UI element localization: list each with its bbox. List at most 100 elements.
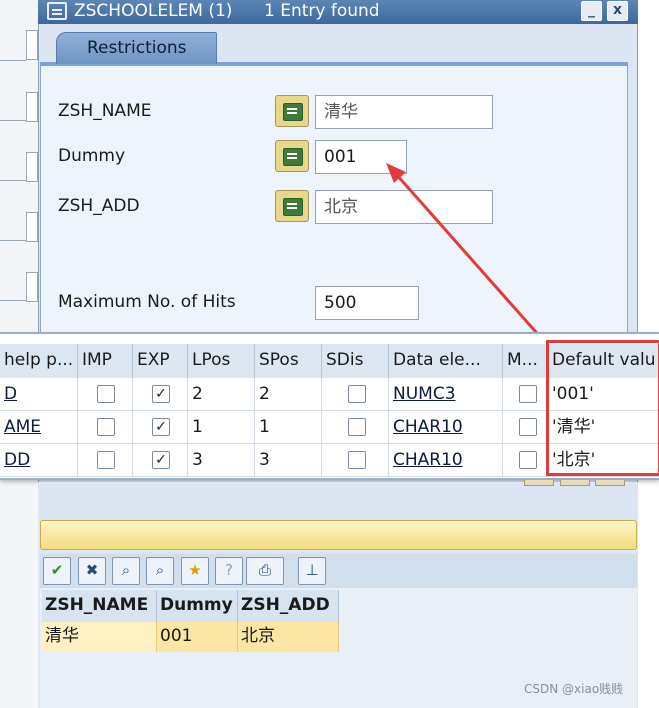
background-field [26, 152, 38, 182]
background-divider [0, 60, 26, 61]
equals-icon [284, 200, 300, 212]
lpos-cell[interactable]: 3 [188, 444, 255, 477]
imp-checkbox[interactable] [97, 418, 115, 436]
spos-cell[interactable]: 2 [255, 378, 322, 411]
new-favorite-button[interactable]: ★ [181, 557, 209, 585]
imp-checkbox[interactable] [97, 451, 115, 469]
table-cell [503, 444, 548, 477]
help-button[interactable]: ? [215, 557, 243, 585]
result-cell-dummy[interactable]: 001 [157, 622, 238, 652]
tab-restrictions[interactable]: Restrictions [56, 32, 217, 64]
pin-button[interactable]: ⊥ [298, 557, 326, 585]
table-cell: ✓ [133, 444, 188, 477]
entries-found-text: 1 Entry found [264, 1, 380, 21]
print-icon: ⎙ [258, 561, 271, 579]
col-header-help-param[interactable]: help p... [0, 344, 78, 378]
result-header-zsh-add[interactable]: ZSH_ADD [238, 590, 339, 622]
annotation-arrow [386, 163, 552, 349]
data-element-cell[interactable]: NUMC3 [389, 378, 503, 411]
result-header-dummy[interactable]: Dummy [157, 590, 238, 622]
result-cell-zsh-add[interactable]: 北京 [238, 622, 339, 652]
lpos-cell[interactable]: 1 [188, 411, 255, 444]
table-cell [322, 378, 389, 411]
partial-button[interactable] [560, 480, 590, 486]
find-next-button[interactable]: ⌕ [146, 557, 174, 585]
sdis-checkbox[interactable] [348, 451, 366, 469]
dummy-label: Dummy [58, 146, 126, 166]
background-divider [0, 240, 26, 241]
col-header-spos[interactable]: SPos [255, 344, 322, 378]
pin-icon: ⊥ [305, 561, 319, 579]
zsh-name-label: ZSH_NAME [58, 101, 152, 121]
minimize-button[interactable]: _ [581, 1, 602, 21]
table-row-param-name[interactable]: D [0, 378, 78, 411]
partial-button[interactable] [524, 480, 554, 486]
binoculars-icon: ⌕ [121, 561, 131, 579]
watermark: CSDN @xiao贱贱 [524, 682, 624, 696]
dialog-title: ZSCHOOLELEM (1) [74, 1, 233, 21]
highlight-box [546, 340, 659, 476]
cancel-button[interactable]: ✖ [78, 557, 106, 585]
exp-checkbox[interactable]: ✓ [152, 451, 170, 469]
m-checkbox[interactable] [519, 451, 537, 469]
table-cell [322, 444, 389, 477]
help-icon: ? [225, 561, 233, 579]
table-row-param-name[interactable]: DD [0, 444, 78, 477]
check-icon: ✔ [50, 561, 64, 579]
table-cell [322, 411, 389, 444]
m-checkbox[interactable] [519, 418, 537, 436]
result-cell-zsh-name[interactable]: 清华 [42, 622, 157, 652]
equals-icon [284, 105, 300, 117]
data-element-cell[interactable]: CHAR10 [389, 411, 503, 444]
background-field [26, 272, 38, 302]
equals-operator-button[interactable] [275, 190, 309, 222]
partial-button[interactable] [595, 480, 625, 486]
spos-cell[interactable]: 3 [255, 444, 322, 477]
find-next-icon: ⌕ [155, 561, 165, 579]
sdis-checkbox[interactable] [348, 385, 366, 403]
col-header-sdis[interactable]: SDis [322, 344, 389, 378]
col-header-data-element[interactable]: Data ele... [389, 344, 503, 378]
equals-operator-button[interactable] [275, 95, 309, 127]
table-cell [78, 411, 133, 444]
max-hits-label: Maximum No. of Hits [58, 292, 236, 312]
col-header-exp[interactable]: EXP [133, 344, 188, 378]
background-divider [0, 300, 26, 301]
cancel-icon: ✖ [85, 561, 99, 579]
zsh-name-input[interactable]: 清华 [315, 95, 493, 129]
exp-checkbox[interactable]: ✓ [152, 418, 170, 436]
m-checkbox[interactable] [519, 385, 537, 403]
table-cell [503, 378, 548, 411]
message-bar [40, 520, 637, 550]
result-header-zsh-name[interactable]: ZSH_NAME [42, 590, 157, 622]
print-button[interactable]: ⎙ [246, 557, 284, 585]
sdis-checkbox[interactable] [348, 418, 366, 436]
table-cell: ✓ [133, 378, 188, 411]
zsh-add-label: ZSH_ADD [58, 196, 140, 216]
equals-operator-button[interactable] [275, 140, 309, 172]
equals-icon [284, 150, 300, 162]
col-header-m[interactable]: M... [503, 344, 548, 378]
table-cell: ✓ [133, 411, 188, 444]
col-header-imp[interactable]: IMP [78, 344, 133, 378]
background-field [26, 92, 38, 122]
table-cell [78, 444, 133, 477]
background-field [26, 212, 38, 242]
spos-cell[interactable]: 1 [255, 411, 322, 444]
background-divider [0, 120, 26, 121]
window-icon [47, 2, 67, 20]
data-element-cell[interactable]: CHAR10 [389, 444, 503, 477]
background-divider [0, 180, 26, 181]
check-button[interactable]: ✔ [43, 557, 71, 585]
close-button[interactable]: x [607, 1, 628, 21]
imp-checkbox[interactable] [97, 385, 115, 403]
lpos-cell[interactable]: 2 [188, 378, 255, 411]
table-cell [503, 411, 548, 444]
exp-checkbox[interactable]: ✓ [152, 385, 170, 403]
table-cell [78, 378, 133, 411]
find-button[interactable]: ⌕ [112, 557, 140, 585]
new-favorite-icon: ★ [188, 561, 202, 579]
table-row-param-name[interactable]: AME [0, 411, 78, 444]
background-field [26, 30, 38, 60]
col-header-lpos[interactable]: LPos [188, 344, 255, 378]
